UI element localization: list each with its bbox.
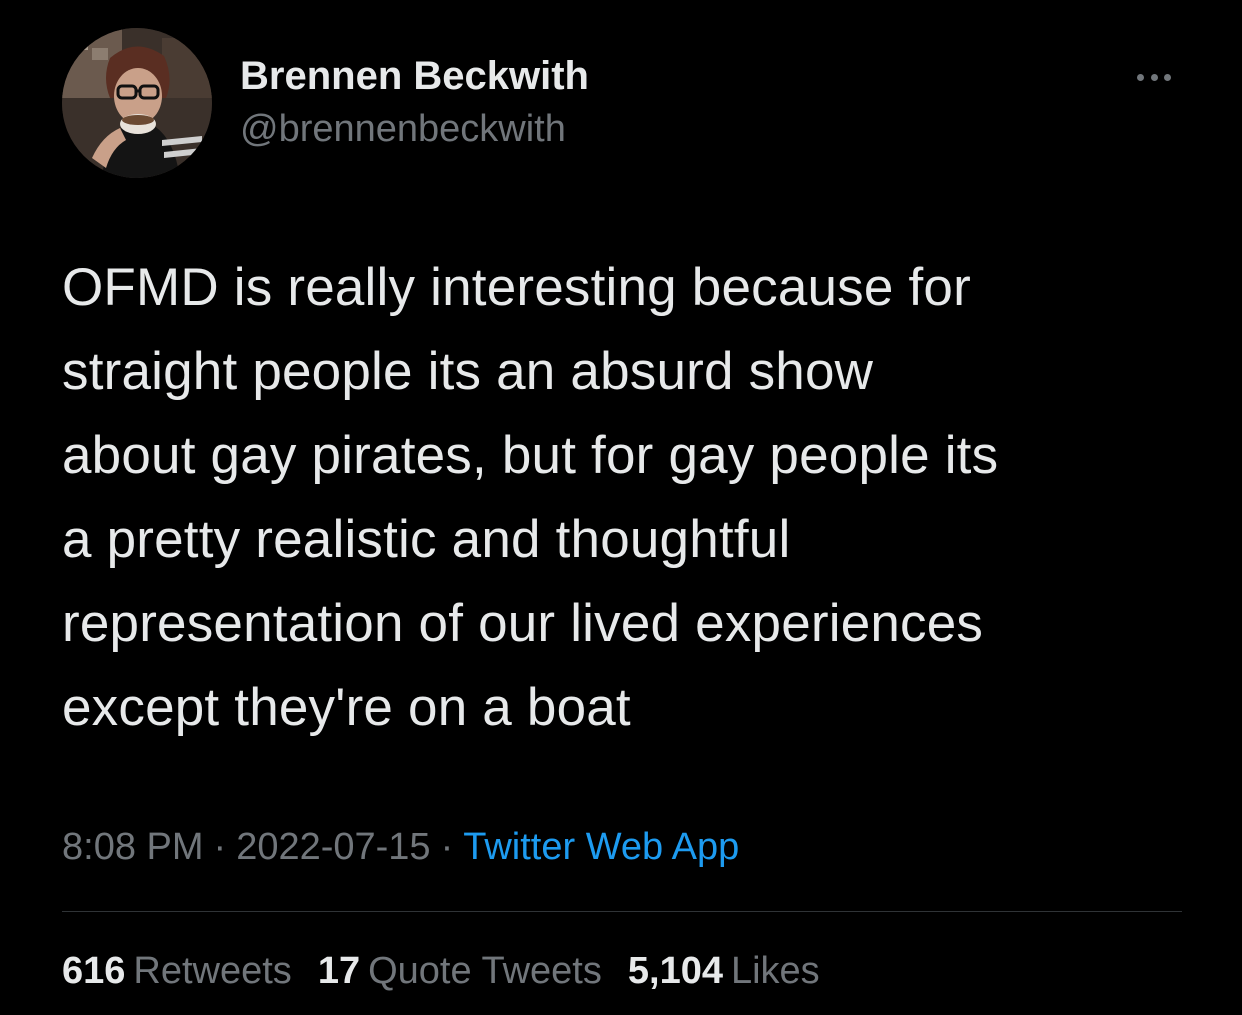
likes-label: Likes (730, 950, 820, 992)
quote-tweets-label: Quote Tweets (368, 950, 602, 992)
more-options-button[interactable] (1126, 62, 1182, 92)
tweet-time[interactable]: 8:08 PM (62, 826, 204, 868)
tweet-date[interactable]: 2022-07-15 (236, 826, 430, 868)
tweet: Brennen Beckwith @brennenbeckwith OFMD i… (0, 0, 1242, 1015)
quote-tweets-stat[interactable]: 17 Quote Tweets (318, 950, 602, 993)
retweets-count: 616 (62, 950, 126, 992)
tweet-source-link[interactable]: Twitter Web App (463, 826, 739, 868)
divider (62, 911, 1182, 912)
avatar[interactable] (62, 28, 212, 178)
quote-tweets-count: 17 (317, 950, 361, 992)
ellipsis-icon (1137, 73, 1171, 81)
profile-photo (62, 28, 212, 178)
tweet-stats: 616 Retweets 17 Quote Tweets 5,104 Likes (62, 950, 820, 993)
retweets-label: Retweets (133, 950, 292, 992)
meta-separator: · (213, 826, 227, 868)
user-handle[interactable]: @brennenbeckwith (240, 108, 566, 151)
tweet-meta: 8:08 PM · 2022-07-15 · Twitter Web App (62, 826, 739, 869)
likes-stat[interactable]: 5,104 Likes (628, 950, 820, 993)
likes-count: 5,104 (627, 950, 723, 992)
meta-separator: · (440, 826, 454, 868)
display-name[interactable]: Brennen Beckwith (240, 54, 589, 99)
tweet-text: OFMD is really interesting because for s… (62, 258, 999, 737)
retweets-stat[interactable]: 616 Retweets (62, 950, 292, 993)
